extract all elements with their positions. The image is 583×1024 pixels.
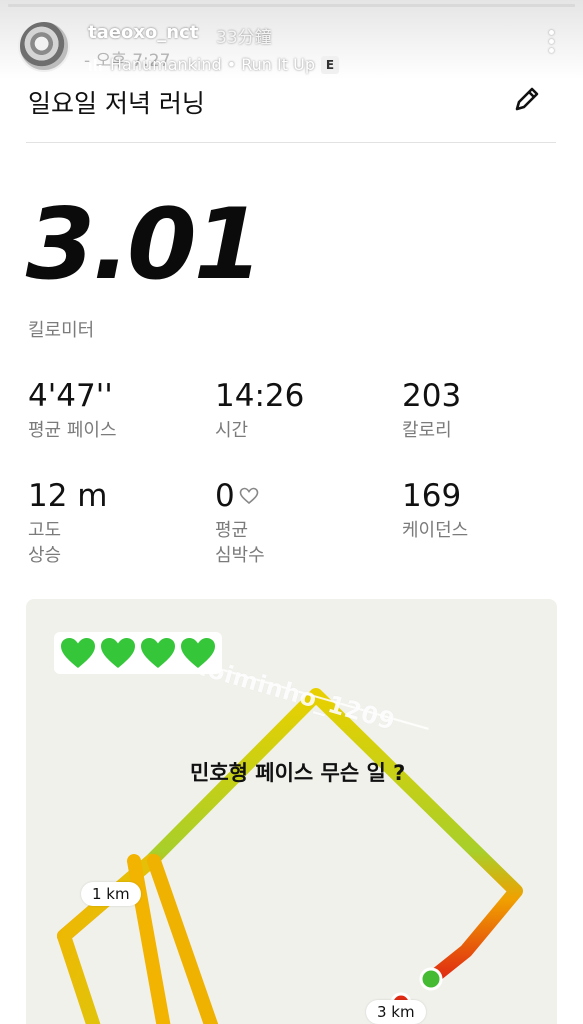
run-title: 일요일 저녁 러닝 <box>28 89 205 118</box>
more-options-icon[interactable] <box>547 30 555 56</box>
stat-value: 203 <box>402 378 462 414</box>
stat-value: 4'47'' <box>28 378 113 414</box>
stat-avg-pace: 4'47'' 평균 페이스 <box>28 378 198 443</box>
stat-label: 평균 페이스 <box>28 420 117 441</box>
stat-value-row: 0 <box>215 478 385 514</box>
story-time-ago: 33分鐘 <box>216 28 272 48</box>
story-username[interactable]: taeoxo_nct <box>88 22 198 43</box>
green-heart-icon <box>61 638 95 668</box>
pencil-icon[interactable] <box>512 84 542 114</box>
story-music-label[interactable]: Hanumankind • Run It Up E <box>88 55 339 74</box>
stat-label: 고도 상승 <box>28 520 62 566</box>
header-divider <box>26 142 556 143</box>
caption-text: 민호형 페이스 무슨 일 ? <box>190 761 406 785</box>
green-heart-icon <box>181 638 215 668</box>
stat-value: 12 m <box>28 478 108 514</box>
stat-value: 0 <box>215 478 235 514</box>
green-heart-icon <box>101 638 135 668</box>
music-track: Hanumankind • Run It Up <box>110 55 315 74</box>
stat-value: 14:26 <box>215 378 305 414</box>
heart-outline-icon <box>239 487 259 505</box>
story-progress-bar <box>8 4 575 7</box>
stat-duration: 14:26 시간 <box>215 378 385 443</box>
stat-avg-heart-rate: 0 평균 심박수 <box>215 478 385 568</box>
stat-label: 시간 <box>215 420 249 441</box>
stat-label: 칼로리 <box>402 420 452 441</box>
km-marker: 3 km <box>366 1000 426 1024</box>
stat-label: 평균 심박수 <box>215 520 265 566</box>
green-heart-icon <box>141 638 175 668</box>
stat-label: 케이던스 <box>402 520 469 541</box>
km-marker: 1 km <box>81 882 141 906</box>
green-hearts-sticker <box>54 632 222 674</box>
distance-unit: 킬로미터 <box>28 320 95 341</box>
stat-value: 169 <box>402 478 462 514</box>
avatar[interactable] <box>18 20 70 72</box>
music-bars-icon <box>89 58 102 71</box>
explicit-badge: E <box>320 55 339 74</box>
stat-elevation-gain: 12 m 고도 상승 <box>28 478 198 568</box>
stat-cadence: 169 케이던스 <box>402 478 572 543</box>
distance-value: 3.01 <box>25 188 263 302</box>
route-end-marker <box>419 967 443 991</box>
story-progress-fill <box>8 4 575 7</box>
stat-calories: 203 칼로리 <box>402 378 572 443</box>
